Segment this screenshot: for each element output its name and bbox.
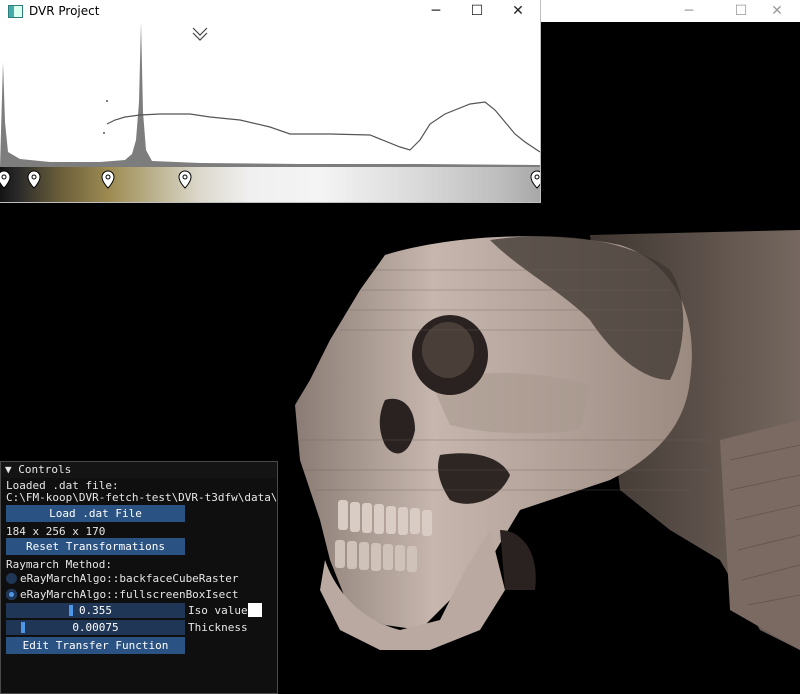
edit-transfer-function-button[interactable]: Edit Transfer Function [6, 637, 185, 654]
radio-backface-cube-raster[interactable]: eRayMarchAlgo::backfaceCubeRaster [6, 572, 239, 585]
load-dat-button[interactable]: Load .dat File [6, 505, 185, 522]
raymarch-method-label: Raymarch Method: [6, 558, 112, 571]
radio-fullscreen-box-isect[interactable]: eRayMarchAlgo::fullscreenBoxIsect [6, 588, 239, 601]
opacity-marker-icon[interactable] [192, 27, 208, 41]
slider-grab[interactable] [69, 605, 74, 616]
volume-dimensions: 184 x 256 x 170 [6, 525, 106, 538]
app-icon [8, 4, 23, 18]
iso-value-text: 0.355 [78, 604, 113, 617]
maximize-button[interactable]: ☐ [456, 0, 498, 22]
radio-unselected-icon[interactable] [6, 573, 17, 584]
pin-icon[interactable] [0, 170, 11, 189]
pin-icon[interactable] [530, 170, 540, 189]
controls-panel: ▼ Controls Loaded .dat file: C:\FM-koop\… [0, 461, 278, 694]
controls-header[interactable]: ▼ Controls [1, 462, 277, 478]
window-title: DVR Project [29, 4, 100, 18]
volume-render-view[interactable] [290, 230, 800, 670]
close-button[interactable]: ✕ [497, 0, 539, 22]
slider-grab[interactable] [20, 622, 25, 633]
radio-label: eRayMarchAlgo::backfaceCubeRaster [20, 572, 239, 585]
reset-transformations-button[interactable]: Reset Transformations [6, 538, 185, 555]
loaded-file-path: C:\FM-koop\DVR-fetch-test\DVR-t3dfw\data… [6, 491, 276, 504]
radio-selected-icon[interactable] [6, 589, 17, 600]
opacity-curve[interactable] [106, 101, 540, 153]
thickness-label: Thickness [188, 621, 248, 634]
pin-icon[interactable] [101, 170, 115, 189]
thickness-slider[interactable]: 0.00075 [6, 620, 185, 635]
color-stops-layer[interactable] [0, 167, 540, 202]
pin-icon[interactable] [27, 170, 41, 189]
radio-label: eRayMarchAlgo::fullscreenBoxIsect [20, 588, 239, 601]
iso-value-label: Iso value [188, 604, 248, 617]
iso-value-slider[interactable]: 0.355 [6, 603, 185, 618]
transfer-function-window: DVR Project ─ ☐ ✕ [0, 0, 541, 203]
histogram-area [0, 22, 540, 167]
histogram-plot[interactable] [0, 22, 540, 167]
background-close-button[interactable]: ✕ [754, 0, 800, 22]
thickness-value-text: 0.00075 [72, 621, 119, 634]
background-minimize-button[interactable]: ─ [666, 0, 712, 22]
minimize-button[interactable]: ─ [415, 0, 457, 22]
pin-icon[interactable] [178, 170, 192, 189]
iso-color-swatch[interactable] [248, 603, 262, 617]
